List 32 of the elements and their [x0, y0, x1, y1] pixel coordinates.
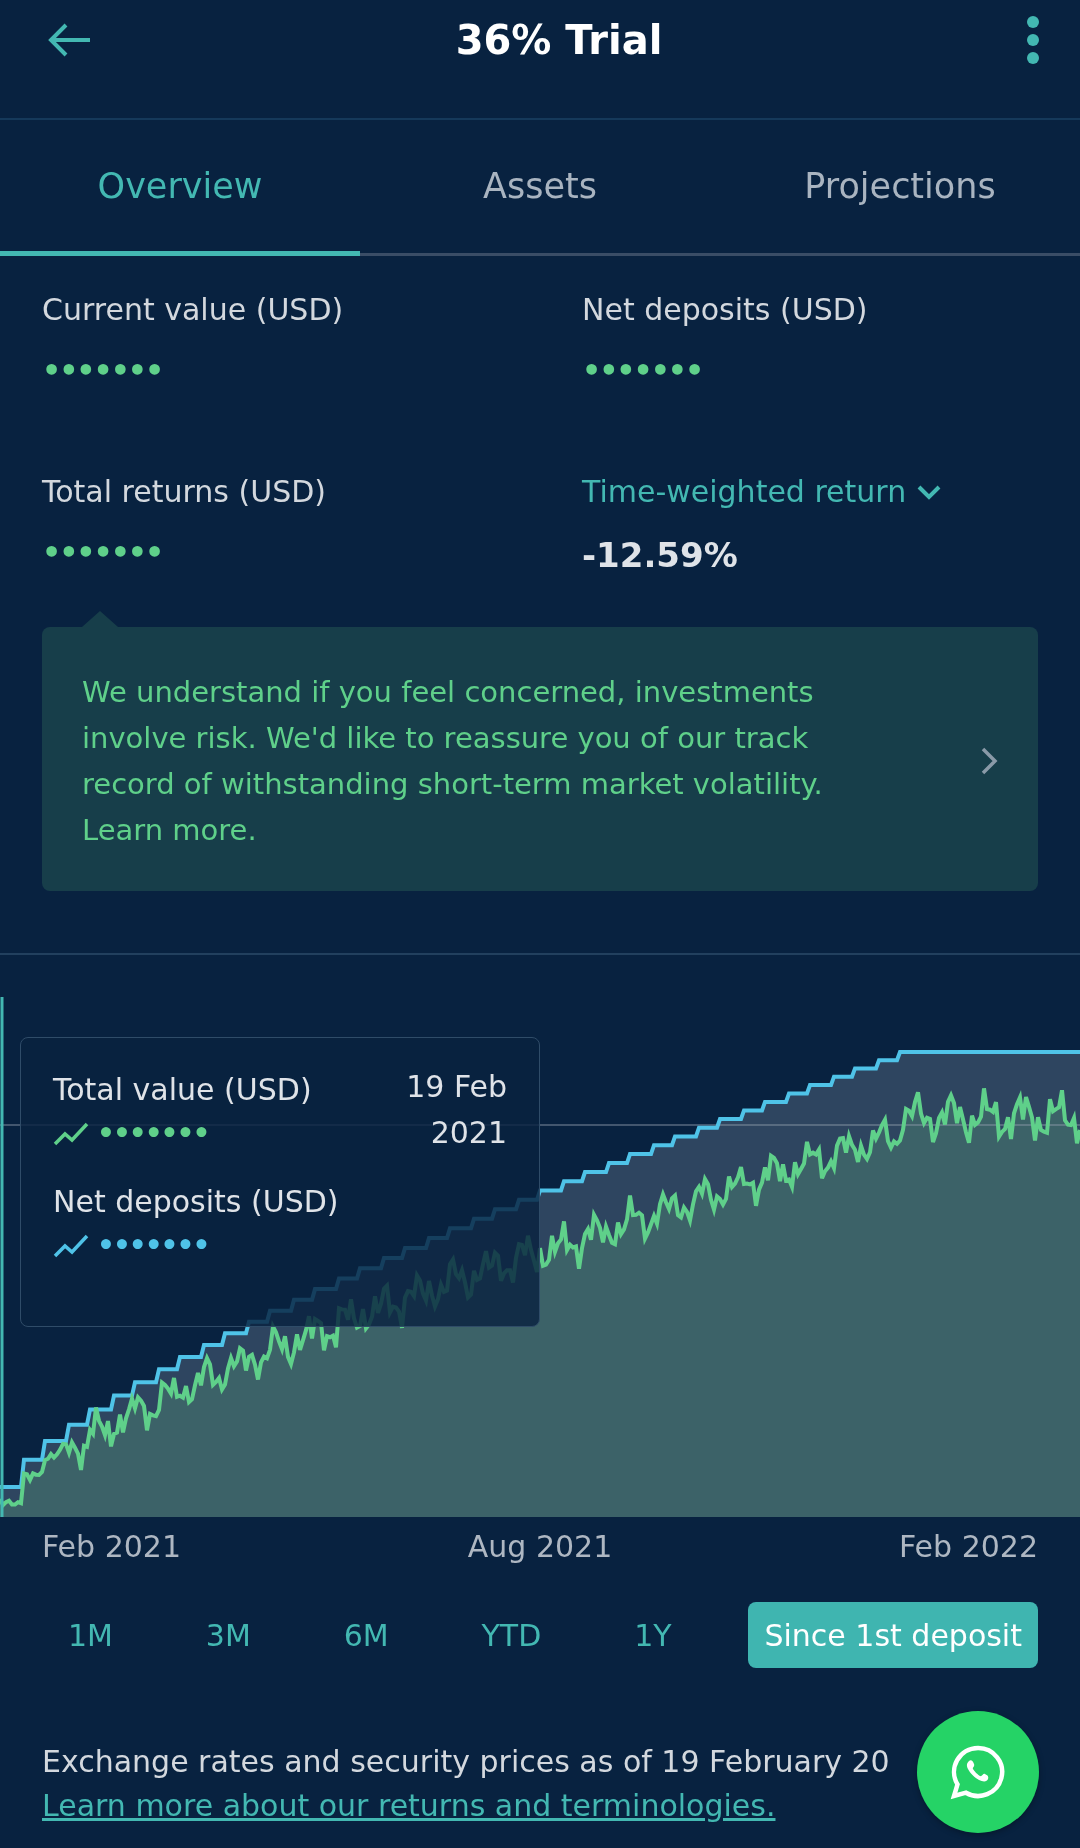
- masked-value: •••••••: [42, 353, 164, 388]
- return-type-dropdown[interactable]: Time-weighted return: [582, 474, 943, 509]
- period-button[interactable]: YTD: [465, 1602, 558, 1668]
- stat-label: Net deposits (USD): [582, 292, 868, 327]
- axis-label: Feb 2022: [899, 1529, 1038, 1564]
- stat-value: -12.59%: [582, 535, 739, 575]
- period-button[interactable]: 1M: [52, 1602, 129, 1668]
- masked-value: •••••••: [42, 535, 164, 570]
- period-button[interactable]: 3M: [189, 1602, 267, 1668]
- tab[interactable]: Projections: [720, 120, 1080, 256]
- stat-label: Current value (USD): [42, 292, 344, 327]
- page-title: 36% Trial: [455, 17, 663, 63]
- axis-label: Feb 2021: [42, 1529, 181, 1564]
- tooltip-label: Total value (USD): [53, 1072, 313, 1107]
- back-arrow-icon[interactable]: [48, 22, 92, 58]
- tab[interactable]: Assets: [360, 120, 720, 256]
- rates-note: Exchange rates and security prices as of 19 February 20: [42, 1743, 890, 1781]
- masked-value: •••••••: [97, 1229, 209, 1262]
- tooltip-date: 19 Feb 2021: [405, 1068, 507, 1152]
- period-button[interactable]: 6M: [327, 1602, 405, 1668]
- stat-label: Total returns (USD): [42, 474, 326, 509]
- masked-value: •••••••: [97, 1117, 209, 1150]
- notice-text: We understand if you feel concerned, investments involve risk. We'd like to reassure you of our track record of withstanding short-term market volatility. Learn more.: [82, 674, 824, 849]
- notice-card[interactable]: We understand if you feel concerned, investments involve risk. We'd like to reassure you of our track record of withstanding short-term market volatility. Learn more.: [42, 627, 1038, 891]
- axis-label: Aug 2021: [467, 1529, 613, 1564]
- chevron-right-icon: [980, 746, 998, 776]
- returns-link[interactable]: Learn more about our returns and terminologies.: [42, 1784, 776, 1828]
- tooltip-label: Net deposits (USD): [53, 1184, 339, 1219]
- period-button[interactable]: 1Y: [618, 1602, 688, 1668]
- masked-value: •••••••: [582, 353, 704, 388]
- tab[interactable]: Overview: [0, 120, 360, 256]
- more-options-icon[interactable]: [1026, 15, 1040, 65]
